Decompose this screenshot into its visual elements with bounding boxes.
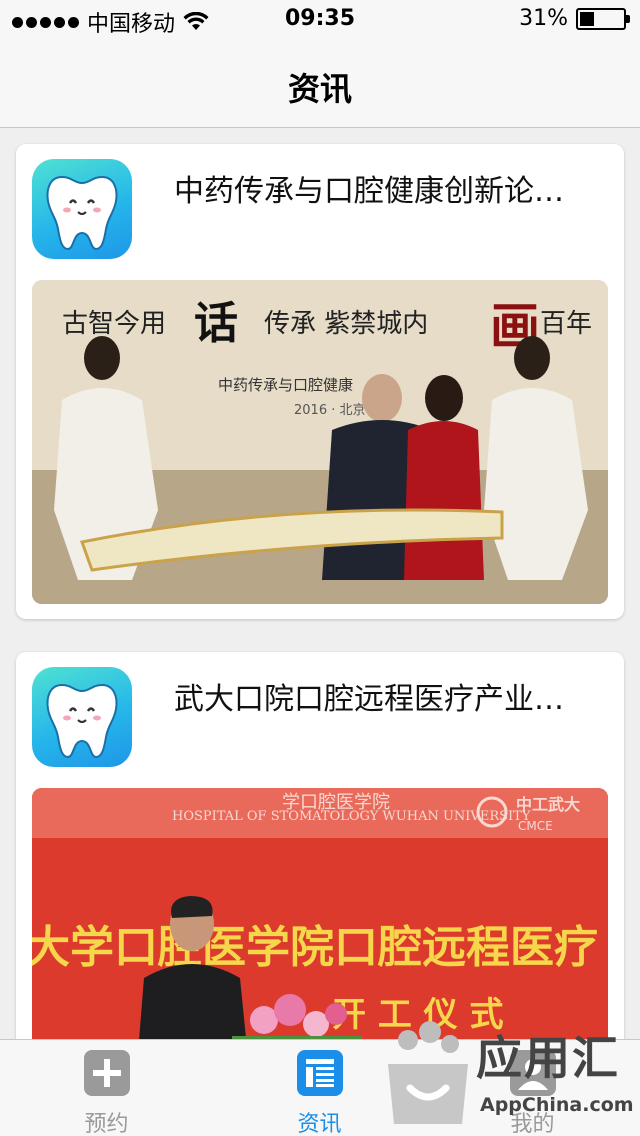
- battery-percent: 31%: [519, 6, 568, 31]
- news-icon: [297, 1050, 343, 1096]
- status-bar: 中国移动 09:35 31%: [0, 0, 640, 40]
- news-photo[interactable]: HOSPITAL OF STOMATOLOGY WUHAN UNIVERSITY…: [32, 788, 608, 1039]
- news-title[interactable]: 武大口院口腔远程医疗产业…: [174, 674, 594, 718]
- tab-appointment[interactable]: 预约: [0, 1040, 213, 1136]
- plus-icon: [84, 1050, 130, 1096]
- watermark-brand: 应用汇: [476, 1031, 620, 1085]
- news-title[interactable]: 中药传承与口腔健康创新论…: [174, 166, 594, 210]
- screen: 中国移动 09:35 31% 资讯 中药传承与口腔健康创新论… 古智今用 话 传…: [0, 0, 640, 1136]
- tooth-app-icon: [32, 159, 132, 259]
- battery-icon: [576, 7, 630, 30]
- page-title: 资讯: [287, 70, 352, 108]
- sponsor-logo-en: CMCE: [518, 819, 553, 833]
- status-right: 31%: [519, 6, 630, 31]
- watermark-bag-icon: [388, 1021, 468, 1124]
- event-date: 2016 · 北京: [294, 403, 365, 418]
- event-subtitle: 中药传承与口腔健康: [218, 376, 353, 394]
- news-photo[interactable]: 古智今用 话 传承 紫禁城内 画 百年 中药传承与口腔健康 论 2016 · 北…: [32, 280, 608, 604]
- watermark-url: AppChina.com: [480, 1094, 634, 1116]
- battery-level: [580, 11, 594, 26]
- hospital-name-cn: 学口腔医学院: [282, 792, 390, 813]
- banner-text-right: 百年: [540, 309, 592, 339]
- appchina-watermark: 应用汇 AppChina.com: [380, 1018, 640, 1136]
- banner-text-middle: 传承 紫禁城内: [264, 309, 428, 339]
- banner-text-left: 古智今用: [62, 309, 166, 339]
- news-card[interactable]: 中药传承与口腔健康创新论… 古智今用 话 传承 紫禁城内 画 百年 中药传承与口…: [16, 144, 624, 619]
- news-feed[interactable]: 中药传承与口腔健康创新论… 古智今用 话 传承 紫禁城内 画 百年 中药传承与口…: [0, 129, 640, 1039]
- event-banner-main: 大学口腔医学院口腔远程医疗: [32, 922, 598, 973]
- banner-glyph-1: 话: [194, 298, 238, 349]
- news-card[interactable]: 武大口院口腔远程医疗产业… HOSPITAL OF STOMATOLOGY WU…: [16, 652, 624, 1039]
- sponsor-logo-cn: 中工武大: [516, 795, 580, 814]
- tooth-app-icon: [32, 667, 132, 767]
- navigation-bar: 资讯: [0, 40, 640, 128]
- tab-label: 预约: [84, 1112, 129, 1136]
